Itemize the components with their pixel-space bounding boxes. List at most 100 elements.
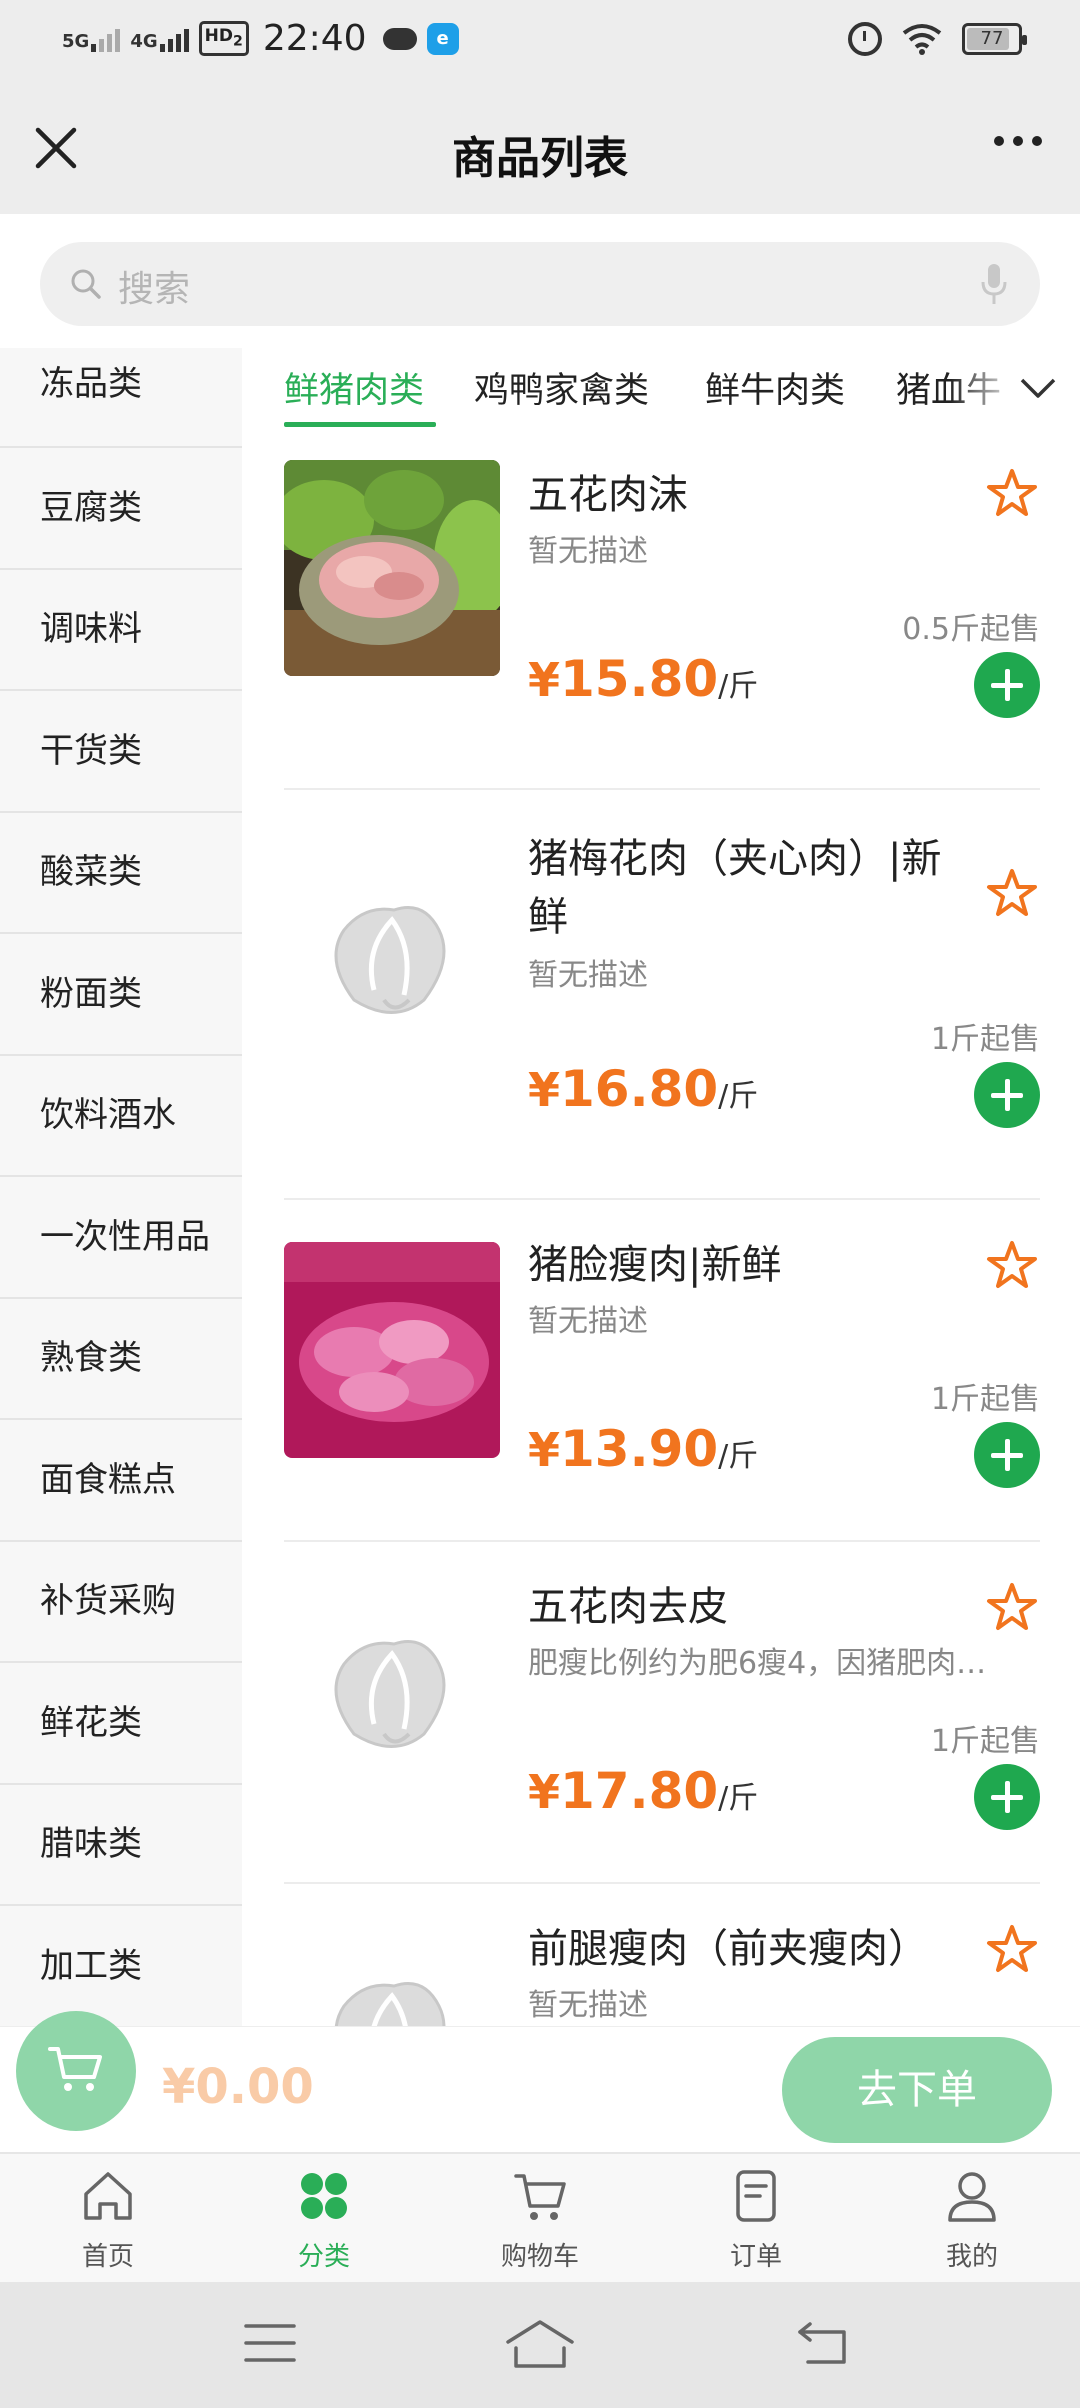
search-icon <box>71 269 101 299</box>
product-name: 五花肉沫 <box>528 472 688 518</box>
signal-4g: 4G <box>130 26 189 52</box>
nav-label: 购物车 <box>500 2242 579 2272</box>
product-price: ¥16.80/斤 <box>528 1060 758 1118</box>
favorite-star-icon[interactable] <box>984 866 1040 922</box>
nav-home[interactable]: 首页 <box>0 2154 216 2284</box>
sidebar-item-noodles[interactable]: 粉面类 <box>0 934 242 1056</box>
tab-poultry[interactable]: 鸡鸭家禽类 <box>474 362 649 413</box>
product-list: 五花肉沫 暂无描述 0.5斤起售 ¥15.80/斤 猪梅花肉（夹心肉）|新鲜 暂… <box>242 432 1080 2026</box>
nav-label: 首页 <box>81 2242 134 2272</box>
more-dot <box>1013 136 1023 146</box>
nav-cart[interactable]: 购物车 <box>432 2154 648 2284</box>
sidebar-item-pickles[interactable]: 酸菜类 <box>0 813 242 934</box>
favorite-star-icon[interactable] <box>984 466 1040 522</box>
add-to-cart-button[interactable] <box>974 1062 1040 1128</box>
product-item[interactable]: 猪脸瘦肉|新鲜 暂无描述 1斤起售 ¥13.90/斤 <box>284 1200 1040 1542</box>
sidebar-item-label: 粉面类 <box>40 973 142 1014</box>
sidebar-item-pastry[interactable]: 面食糕点 <box>0 1420 242 1542</box>
search-area: 搜索 <box>0 214 1080 348</box>
menu-icon[interactable] <box>242 2318 298 2368</box>
microphone-icon[interactable] <box>980 262 1008 306</box>
sidebar-item-flowers[interactable]: 鲜花类 <box>0 1663 242 1785</box>
currency-symbol: ¥ <box>528 1423 561 1477</box>
product-placeholder-image[interactable] <box>284 1926 500 2026</box>
signal-bars-icon <box>91 26 121 52</box>
price-value: 16.80 <box>560 1060 719 1118</box>
category-sidebar: 冻品类 豆腐类 调味料 干货类 酸菜类 粉面类 饮料酒水 一次性用品 熟食类 面… <box>0 348 242 2026</box>
product-item[interactable]: 五花肉沫 暂无描述 0.5斤起售 ¥15.80/斤 <box>284 460 1040 790</box>
tab-fresh-pork[interactable]: 鲜猪肉类 <box>284 362 424 413</box>
currency-symbol: ¥ <box>528 1765 561 1819</box>
cabbage-placeholder-icon <box>284 1584 500 1800</box>
sidebar-item-seasoning[interactable]: 调味料 <box>0 570 242 691</box>
product-price: ¥15.80/斤 <box>528 650 758 708</box>
min-order-qty: 0.5斤起售 <box>902 612 1040 647</box>
product-item[interactable]: 猪梅花肉（夹心肉）|新鲜 暂无描述 1斤起售 ¥16.80/斤 <box>284 790 1040 1200</box>
cabbage-placeholder-icon <box>284 850 500 1066</box>
search-input[interactable]: 搜索 <box>40 242 1040 326</box>
back-icon[interactable] <box>796 2318 852 2368</box>
sidebar-item-cooked-food[interactable]: 熟食类 <box>0 1299 242 1420</box>
pork-cheek-photo <box>284 1242 500 1458</box>
price-value: 15.80 <box>560 650 719 708</box>
profile-icon <box>948 2172 996 2222</box>
add-to-cart-button[interactable] <box>974 652 1040 718</box>
sidebar-item-cured-meat[interactable]: 腊味类 <box>0 1785 242 1906</box>
product-image[interactable] <box>284 460 500 676</box>
hd-label: HD <box>204 25 233 46</box>
bottom-navigation: 首页 分类 购物车 订单 我的 <box>0 2152 1080 2282</box>
product-description: 暂无描述 <box>528 534 648 569</box>
product-placeholder-image[interactable] <box>284 850 500 1066</box>
product-name: 猪脸瘦肉|新鲜 <box>528 1242 782 1288</box>
minced-pork-photo <box>284 460 500 676</box>
product-placeholder-image[interactable] <box>284 1584 500 1800</box>
nav-label: 我的 <box>945 2242 998 2272</box>
nav-category[interactable]: 分类 <box>216 2154 432 2284</box>
hd-sub-label: 2 <box>232 33 243 50</box>
price-value: 17.80 <box>560 1762 719 1820</box>
battery-icon: 77 <box>962 23 1027 55</box>
sidebar-item-label: 面食糕点 <box>40 1459 176 1500</box>
more-options-button[interactable] <box>994 136 1042 146</box>
product-description: 肥瘦比例约为肥6瘦4，因猪肥肉… <box>528 1646 987 1681</box>
product-name: 猪梅花肉（夹心肉）|新鲜 <box>528 836 942 940</box>
sidebar-item-label: 熟食类 <box>40 1338 142 1379</box>
price-value: 13.90 <box>560 1420 719 1478</box>
sidebar-item-frozen[interactable]: 冻品类 <box>0 348 242 448</box>
cart-total: ¥0.00 <box>162 2059 314 2115</box>
sidebar-item-tofu[interactable]: 豆腐类 <box>0 448 242 570</box>
sidebar-item-restock[interactable]: 补货采购 <box>0 1542 242 1663</box>
product-item[interactable]: 前腿瘦肉（前夹瘦肉） 暂无描述 <box>284 1884 1040 2026</box>
product-item[interactable]: 五花肉去皮 肥瘦比例约为肥6瘦4，因猪肥肉… 1斤起售 ¥17.80/斤 <box>284 1542 1040 1884</box>
product-description: 暂无描述 <box>528 1988 648 2023</box>
tab-fresh-beef[interactable]: 鲜牛肉类 <box>705 362 845 413</box>
sidebar-item-processed[interactable]: 加工类 <box>0 1906 242 2026</box>
checkout-button[interactable]: 去下单 <box>782 2037 1052 2143</box>
tab-fade <box>950 348 1080 432</box>
system-home-icon[interactable] <box>504 2318 576 2372</box>
sidebar-item-label: 一次性用品 <box>40 1216 210 1257</box>
more-dot <box>1032 136 1042 146</box>
chevron-down-icon[interactable] <box>1018 372 1058 402</box>
add-to-cart-button[interactable] <box>974 1422 1040 1488</box>
price-unit: /斤 <box>718 669 759 704</box>
sidebar-item-disposables[interactable]: 一次性用品 <box>0 1177 242 1299</box>
product-description: 暂无描述 <box>528 958 648 993</box>
cart-button[interactable] <box>16 2011 136 2131</box>
sidebar-item-label: 鲜花类 <box>40 1702 142 1743</box>
product-image[interactable] <box>284 1242 500 1458</box>
sidebar-item-dry-goods[interactable]: 干货类 <box>0 691 242 813</box>
nav-orders[interactable]: 订单 <box>648 2154 864 2284</box>
favorite-star-icon[interactable] <box>984 1580 1040 1636</box>
nav-profile[interactable]: 我的 <box>864 2154 1080 2284</box>
sidebar-item-label: 豆腐类 <box>40 487 142 528</box>
sidebar-item-label: 补货采购 <box>40 1581 176 1622</box>
search-placeholder: 搜索 <box>118 269 191 310</box>
sidebar-item-label: 冻品类 <box>40 364 142 404</box>
nav-label: 订单 <box>729 2242 782 2272</box>
add-to-cart-button[interactable] <box>974 1764 1040 1830</box>
sidebar-item-drinks[interactable]: 饮料酒水 <box>0 1056 242 1177</box>
cart-icon <box>514 2174 566 2220</box>
favorite-star-icon[interactable] <box>984 1238 1040 1294</box>
favorite-star-icon[interactable] <box>984 1922 1040 1978</box>
